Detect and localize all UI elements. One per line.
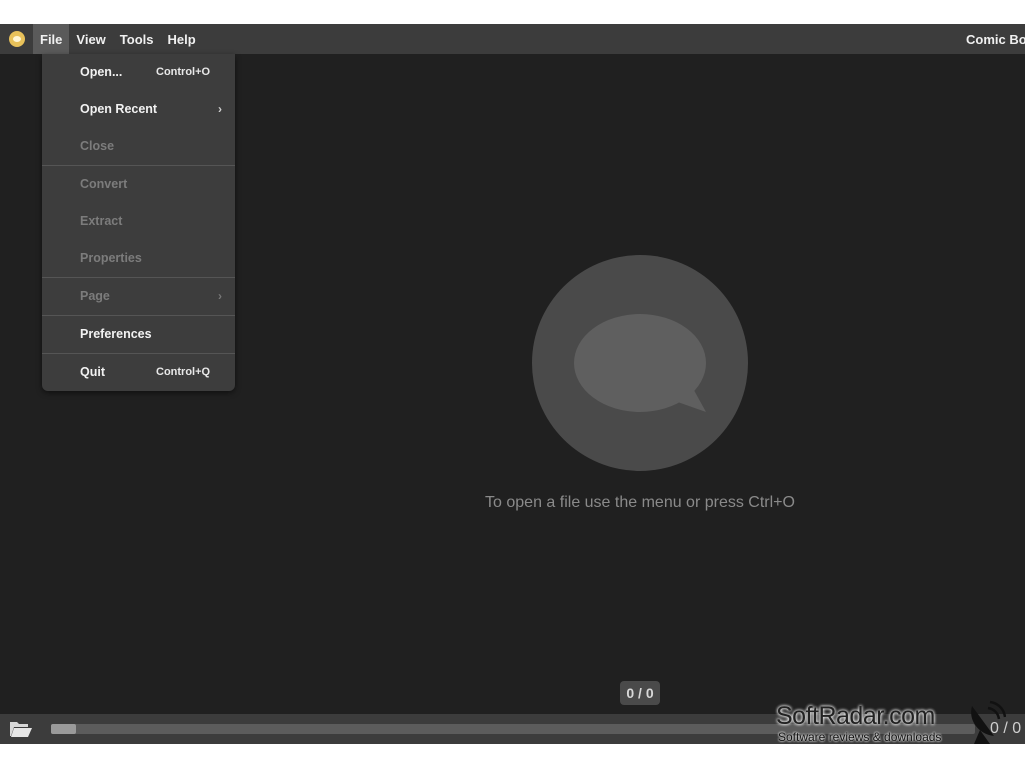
watermark-title: SoftRadar.com (776, 702, 935, 730)
menu-item-shortcut: Control+O (156, 66, 211, 78)
softradar-watermark: SoftRadar.com Software reviews & downloa… (776, 700, 1006, 748)
app-window: File View Tools Help Comic Bo Open... Co… (0, 24, 1025, 744)
menu-item-convert[interactable]: Convert (42, 168, 235, 200)
satellite-dish-icon (971, 700, 1006, 744)
menu-item-label: Properties (80, 251, 142, 265)
menu-help[interactable]: Help (161, 24, 203, 54)
menu-item-properties[interactable]: Properties (42, 242, 235, 274)
menu-view[interactable]: View (69, 24, 112, 54)
menu-file[interactable]: File (33, 24, 70, 54)
menu-separator (42, 165, 235, 166)
page-indicator-badge: 0 / 0 (620, 681, 660, 705)
menu-item-close[interactable]: Close (42, 130, 235, 162)
menu-item-label: Page (80, 289, 110, 303)
menu-item-label: Convert (80, 177, 128, 191)
menu-separator (42, 315, 235, 316)
welcome-hint: To open a file use the menu or press Ctr… (485, 494, 795, 511)
menu-item-page[interactable]: Page › (42, 280, 235, 312)
menu-tools[interactable]: Tools (113, 24, 161, 54)
menu-item-label: Open Recent (80, 102, 158, 116)
chevron-right-icon: › (218, 102, 222, 116)
welcome-circle (532, 255, 748, 471)
menu-item-extract[interactable]: Extract (42, 205, 235, 237)
menu-item-label: Quit (80, 365, 105, 379)
menu-item-label: Close (80, 139, 115, 153)
comic-bubble-icon (9, 31, 25, 47)
folder-open-icon[interactable] (9, 719, 33, 739)
speech-bubble-icon (574, 314, 706, 412)
menu-item-open[interactable]: Open... Control+O (42, 56, 235, 88)
chevron-right-icon: › (218, 289, 222, 303)
menu-item-quit[interactable]: Quit Control+Q (42, 356, 235, 388)
menu-item-label: Preferences (80, 327, 152, 341)
window-title: Comic Bo (966, 31, 1025, 47)
slider-handle[interactable] (51, 724, 76, 734)
menu-separator (42, 353, 235, 354)
menu-item-shortcut: Control+Q (156, 366, 211, 378)
menu-separator (42, 277, 235, 278)
menubar: File View Tools Help Comic Bo (0, 24, 1025, 54)
menu-item-label: Extract (80, 214, 123, 228)
menu-item-label: Open... (80, 65, 123, 79)
file-menu-dropdown: Open... Control+O Open Recent › Close Co… (42, 54, 235, 391)
watermark-subtitle: Software reviews & downloads (778, 730, 942, 744)
menu-item-preferences[interactable]: Preferences (42, 318, 235, 350)
menu-item-open-recent[interactable]: Open Recent › (42, 93, 235, 125)
